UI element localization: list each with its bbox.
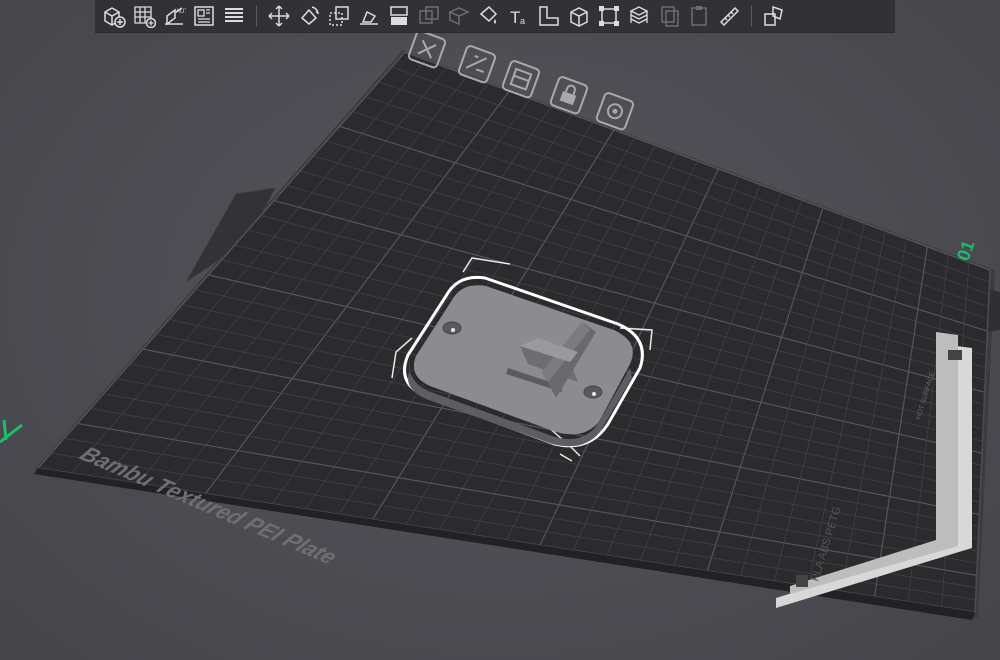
auto-orient-button[interactable]: AUTO	[159, 1, 189, 31]
variable-layer-button[interactable]	[624, 1, 654, 31]
move-icon	[268, 5, 290, 27]
toolbar-separator	[256, 5, 257, 27]
lay-on-face-button[interactable]	[354, 1, 384, 31]
copy-icon	[661, 6, 679, 27]
text-button[interactable]: Ta	[504, 1, 534, 31]
fit-plate-icon	[599, 6, 619, 26]
support-paint-icon	[448, 7, 470, 26]
assembly-view-icon	[764, 5, 783, 26]
assembly-button[interactable]	[564, 1, 594, 31]
top-toolbar: AUTO Ta	[95, 0, 895, 33]
rotate-icon	[300, 6, 320, 25]
ruler-button[interactable]	[714, 1, 744, 31]
add-object-button[interactable]	[99, 1, 129, 31]
mount-hole-left	[442, 321, 462, 335]
plate-qr-icon	[796, 575, 808, 587]
rotate-button[interactable]	[294, 1, 324, 31]
add-object-icon	[104, 7, 126, 28]
arrange-icon	[194, 6, 214, 26]
scale-icon	[329, 6, 349, 26]
boolean-icon	[419, 6, 439, 24]
add-plate-button[interactable]	[129, 1, 159, 31]
3d-viewport[interactable]: Bambu Textured PEI Plate PLA ABS PETG HO…	[0, 0, 1000, 660]
cut-icon	[390, 6, 408, 25]
variable-layer-icon	[629, 6, 649, 24]
build-plate-scene[interactable]: Bambu Textured PEI Plate PLA ABS PETG HO…	[0, 0, 1000, 660]
boolean-button[interactable]	[414, 1, 444, 31]
fit-plate-button[interactable]	[594, 1, 624, 31]
paste-icon	[691, 6, 707, 26]
assembly-view-button[interactable]	[759, 1, 789, 31]
mount-hole-right	[583, 385, 603, 399]
plate-tag-icon	[948, 350, 962, 360]
support-paint-button[interactable]	[444, 1, 474, 31]
toolbar-separator	[751, 5, 752, 27]
lay-on-face-icon	[360, 10, 378, 25]
scale-button[interactable]	[324, 1, 354, 31]
split-layers-icon	[225, 8, 243, 22]
copy-button[interactable]	[654, 1, 684, 31]
cut-button[interactable]	[384, 1, 414, 31]
svg-text:T: T	[510, 8, 520, 27]
auto-orient-icon: AUTO	[165, 7, 186, 26]
svg-text:AUTO: AUTO	[176, 9, 186, 15]
split-layers-button[interactable]	[219, 1, 249, 31]
assembly-icon	[570, 7, 588, 27]
paste-button[interactable]	[684, 1, 714, 31]
svg-text:a: a	[520, 16, 525, 26]
measure-icon	[539, 6, 559, 26]
measure-button[interactable]	[534, 1, 564, 31]
add-plate-icon	[134, 6, 156, 28]
color-paint-icon	[479, 5, 498, 24]
axis-y-marker	[0, 419, 23, 444]
ruler-icon	[719, 6, 740, 27]
text-icon: Ta	[510, 8, 525, 27]
arrange-button[interactable]	[189, 1, 219, 31]
move-button[interactable]	[264, 1, 294, 31]
color-paint-button[interactable]	[474, 1, 504, 31]
